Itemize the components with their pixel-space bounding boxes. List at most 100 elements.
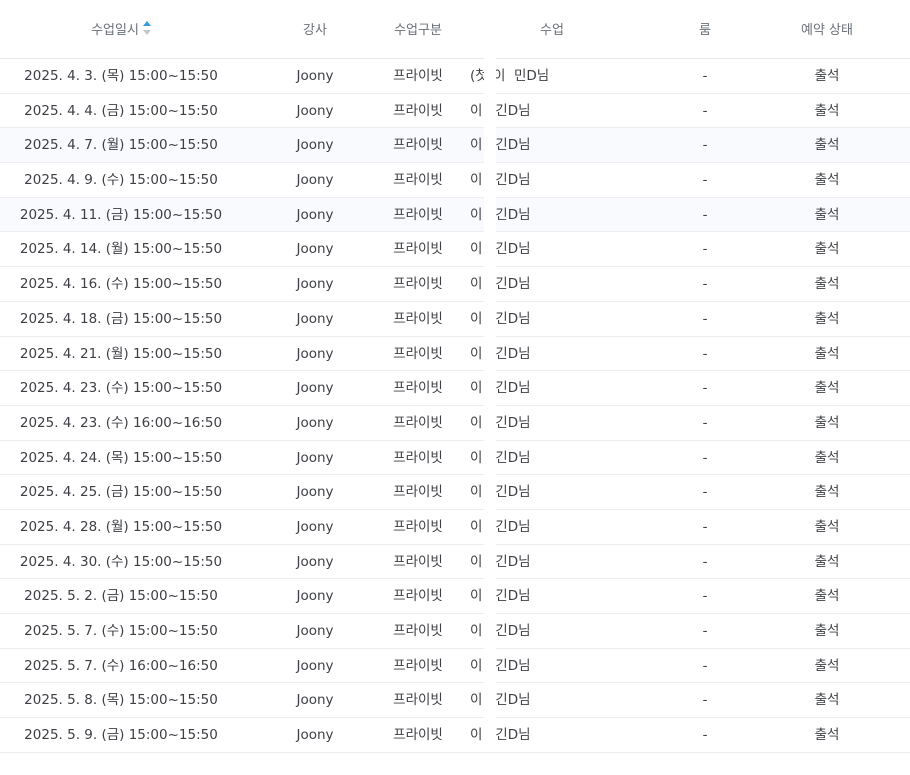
cell-date: 2025. 4. 16. (수) 15:00~15:50: [19, 276, 223, 293]
cell-date: 2025. 4. 3. (목) 15:00~15:50: [24, 68, 218, 84]
cell-type: 프라이빗: [393, 588, 443, 605]
cell-room: -: [702, 414, 708, 431]
cell-status: 출석: [814, 206, 840, 223]
cell-type: 프라이빗: [393, 172, 443, 189]
cell-status: 출석: [814, 241, 840, 258]
cell-teacher: Joony: [296, 692, 334, 709]
table-header: 수업일시 강사 수업구분 수업 룸 예약 상태: [0, 0, 910, 59]
cell-room: -: [702, 241, 708, 258]
cell-room: -: [702, 623, 708, 639]
cell-status: 출석: [814, 692, 840, 709]
cell-date: 2025. 4. 25. (금) 15:00~15:50: [19, 484, 223, 501]
cell-status: 출석: [814, 102, 840, 119]
column-header-type: 수업구분: [394, 23, 442, 38]
cell-room: -: [702, 588, 708, 605]
column-header-room: 룸: [699, 23, 711, 38]
table-row[interactable]: 2025. 4. 23. (수) 16:00~16:50 Joony 프라이빗 이 긴…: [0, 406, 910, 441]
table-row[interactable]: 2025. 4. 23. (수) 15:00~15:50 Joony 프라이빗 이 긴…: [0, 371, 910, 406]
cell-teacher: Joony: [296, 345, 334, 362]
cell-status: 출석: [814, 484, 840, 501]
cell-type: 프라이빗: [393, 553, 443, 570]
cell-date: 2025. 5. 2. (금) 15:00~15:50: [24, 588, 218, 605]
cell-teacher: Joony: [296, 484, 334, 501]
cell-teacher: Joony: [296, 102, 334, 119]
table-row[interactable]: 2025. 4. 3. (목) 15:00~15:50 Joony 프라이빗 (첫)이…: [0, 59, 910, 94]
cell-room: -: [702, 137, 708, 154]
cell-status: 출석: [814, 137, 840, 154]
cell-date: 2025. 4. 23. (수) 15:00~15:50: [19, 380, 223, 397]
cell-teacher: Joony: [296, 553, 334, 570]
cell-room: -: [702, 692, 708, 709]
table-row[interactable]: 2025. 4. 21. (월) 15:00~15:50 Joony 프라이빗 이 긴…: [0, 337, 910, 372]
cell-date: 2025. 4. 23. (수) 16:00~16:50: [19, 414, 223, 431]
cell-teacher: Joony: [296, 310, 334, 327]
column-header-class: 수업: [540, 23, 564, 38]
cell-type: 프라이빗: [393, 310, 443, 327]
cell-teacher: Joony: [296, 518, 334, 535]
table-row[interactable]: 2025. 4. 30. (수) 15:00~15:50 Joony 프라이빗 이 긴…: [0, 545, 910, 580]
table-row[interactable]: 2025. 4. 11. (금) 15:00~15:50 Joony 프라이빗 이 긴…: [0, 197, 910, 233]
reservation-table: 수업일시 강사 수업구분 수업 룸 예약 상태 2025. 4. 3. (목) …: [0, 0, 910, 753]
cell-status: 출석: [814, 727, 840, 744]
table-row[interactable]: 2025. 4. 16. (수) 15:00~15:50 Joony 프라이빗 이 긴…: [0, 267, 910, 302]
cell-teacher: Joony: [296, 727, 334, 744]
cell-type: 프라이빗: [393, 206, 443, 223]
cell-teacher: Joony: [296, 68, 334, 84]
table-row[interactable]: 2025. 5. 7. (수) 16:00~16:50 Joony 프라이빗 이 긴D…: [0, 649, 910, 684]
table-row[interactable]: 2025. 4. 25. (금) 15:00~15:50 Joony 프라이빗 이 긴…: [0, 475, 910, 510]
cell-room: -: [702, 310, 708, 327]
cell-status: 출석: [814, 414, 840, 431]
cell-date: 2025. 4. 28. (월) 15:00~15:50: [19, 518, 223, 535]
column-header-status: 예약 상태: [801, 23, 853, 38]
cell-room: -: [702, 68, 708, 84]
cell-date: 2025. 4. 30. (수) 15:00~15:50: [19, 553, 223, 570]
column-header-date-label: 수업일시: [91, 23, 139, 38]
cell-type: 프라이빗: [393, 657, 443, 674]
table-row[interactable]: 2025. 4. 18. (금) 15:00~15:50 Joony 프라이빗 이 긴…: [0, 302, 910, 337]
column-header-date[interactable]: 수업일시: [0, 0, 242, 58]
cell-room: -: [702, 727, 708, 744]
cell-room: -: [702, 172, 708, 189]
cell-room: -: [702, 102, 708, 119]
cell-type: 프라이빗: [393, 68, 443, 84]
cell-teacher: Joony: [296, 172, 334, 189]
cell-teacher: Joony: [296, 276, 334, 293]
cell-type: 프라이빗: [393, 623, 443, 639]
redaction-mask: [484, 58, 496, 750]
column-header-teacher: 강사: [303, 23, 327, 38]
cell-room: -: [702, 380, 708, 397]
cell-date: 2025. 4. 21. (월) 15:00~15:50: [19, 345, 223, 362]
sort-up-down-icon[interactable]: [142, 20, 151, 37]
cell-date: 2025. 4. 11. (금) 15:00~15:50: [19, 206, 223, 223]
table-row[interactable]: 2025. 4. 9. (수) 15:00~15:50 Joony 프라이빗 이 긴D…: [0, 163, 910, 198]
cell-status: 출석: [814, 553, 840, 570]
table-row[interactable]: 2025. 5. 8. (목) 15:00~15:50 Joony 프라이빗 이 긴D…: [0, 683, 910, 719]
cell-status: 출석: [814, 172, 840, 189]
cell-room: -: [702, 657, 708, 674]
cell-teacher: Joony: [296, 623, 334, 639]
cell-date: 2025. 5. 9. (금) 15:00~15:50: [24, 727, 218, 744]
cell-type: 프라이빗: [393, 137, 443, 154]
cell-status: 출석: [814, 623, 840, 639]
table-row[interactable]: 2025. 4. 14. (월) 15:00~15:50 Joony 프라이빗 이 긴…: [0, 232, 910, 268]
cell-type: 프라이빗: [393, 414, 443, 431]
table-row[interactable]: 2025. 5. 2. (금) 15:00~15:50 Joony 프라이빗 이 긴D…: [0, 579, 910, 614]
cell-date: 2025. 5. 7. (수) 15:00~15:50: [24, 623, 218, 639]
table-row[interactable]: 2025. 5. 9. (금) 15:00~15:50 Joony 프라이빗 이 긴D…: [0, 718, 910, 753]
cell-status: 출석: [814, 657, 840, 674]
table-row[interactable]: 2025. 4. 7. (월) 15:00~15:50 Joony 프라이빗 이 긴D…: [0, 128, 910, 164]
cell-type: 프라이빗: [393, 484, 443, 501]
cell-date: 2025. 4. 18. (금) 15:00~15:50: [19, 310, 223, 327]
table-row[interactable]: 2025. 4. 24. (목) 15:00~15:50 Joony 프라이빗 이 긴…: [0, 441, 910, 476]
cell-teacher: Joony: [296, 241, 334, 258]
table-row[interactable]: 2025. 4. 4. (금) 15:00~15:50 Joony 프라이빗 이 긴D…: [0, 94, 910, 129]
table-row[interactable]: 2025. 5. 7. (수) 15:00~15:50 Joony 프라이빗 이 긴D…: [0, 614, 910, 649]
cell-status: 출석: [814, 588, 840, 605]
cell-date: 2025. 5. 8. (목) 15:00~15:50: [24, 692, 218, 709]
cell-type: 프라이빗: [393, 345, 443, 362]
cell-type: 프라이빗: [393, 276, 443, 293]
cell-teacher: Joony: [296, 414, 334, 431]
cell-status: 출석: [814, 345, 840, 362]
table-row[interactable]: 2025. 4. 28. (월) 15:00~15:50 Joony 프라이빗 이 긴…: [0, 510, 910, 545]
cell-date: 2025. 4. 7. (월) 15:00~15:50: [24, 137, 218, 154]
